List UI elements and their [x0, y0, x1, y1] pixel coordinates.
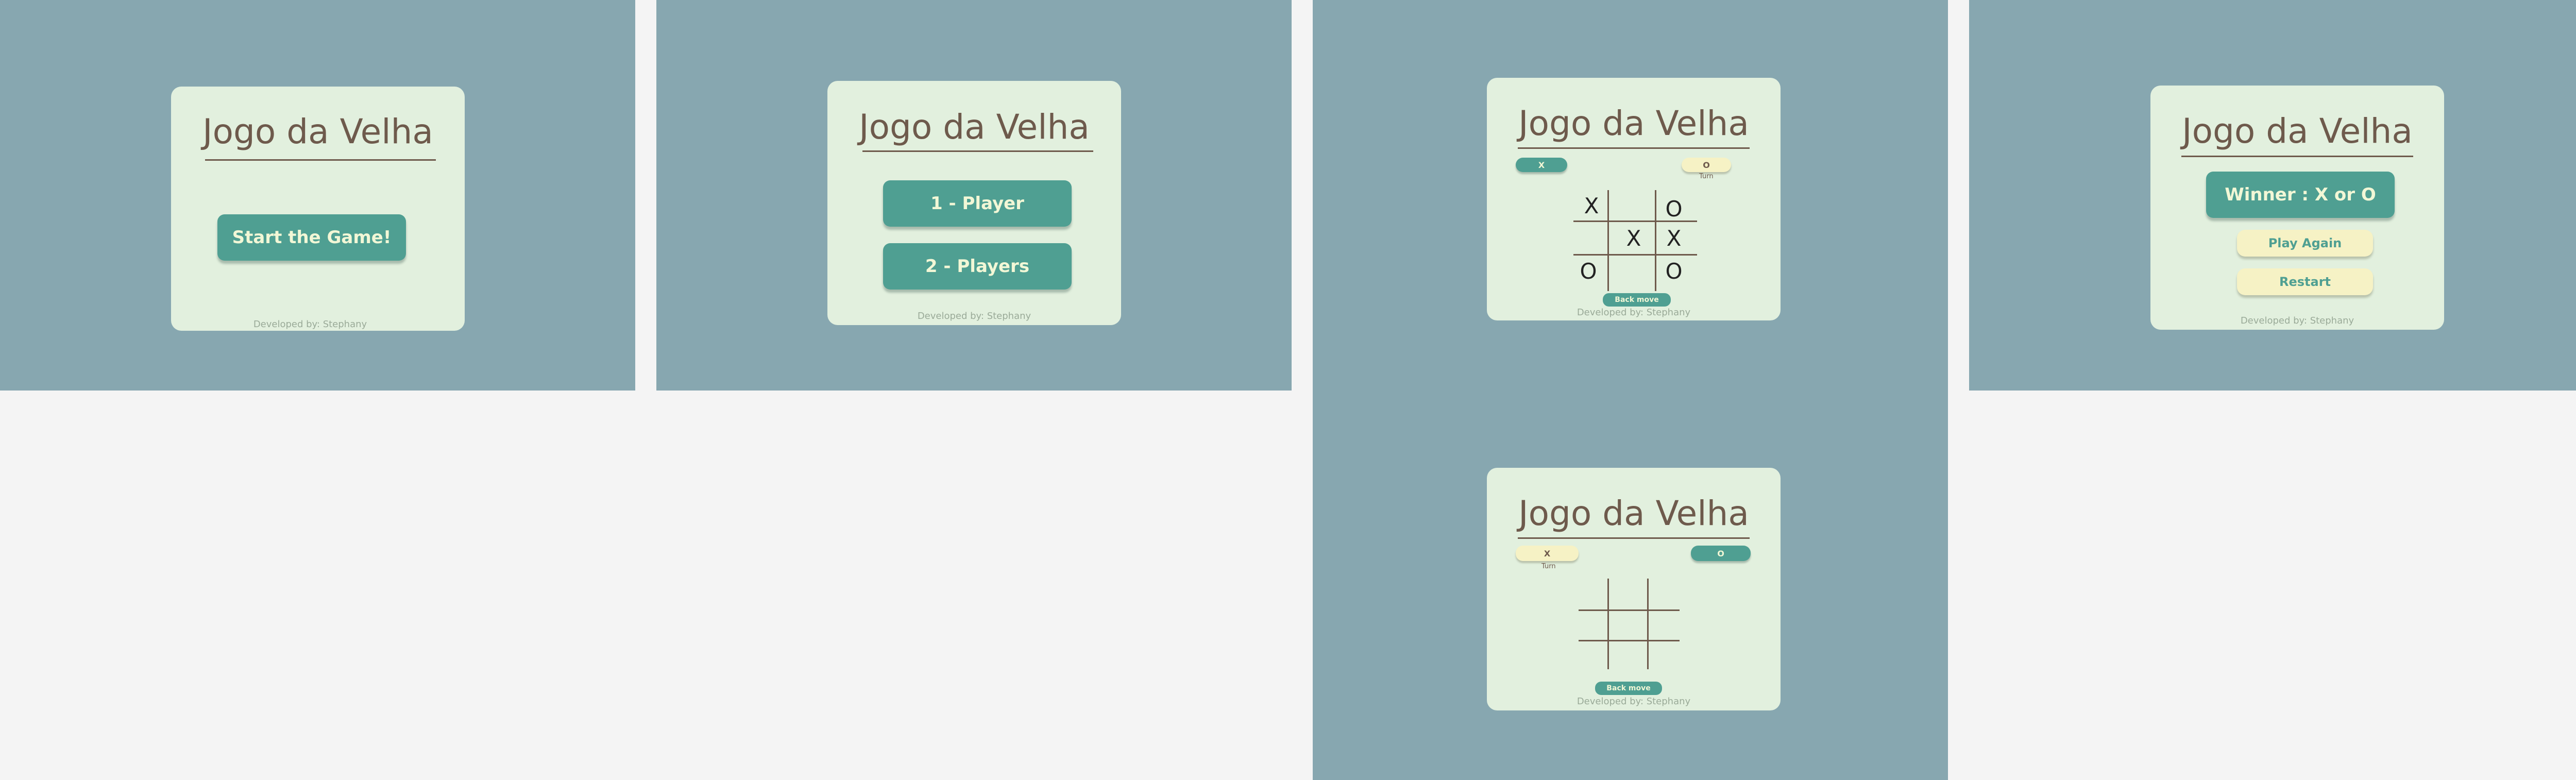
footer-credit: Developed by: Stephany: [1577, 696, 1691, 707]
start-game-button[interactable]: Start the Game!: [217, 214, 406, 261]
board-cell-7[interactable]: O: [1572, 256, 1604, 286]
title-divider: [205, 159, 436, 161]
title-divider: [1518, 147, 1750, 149]
board-line-v2: [1647, 579, 1649, 669]
page-title: Jogo da Velha: [2182, 111, 2413, 151]
footer-credit: Developed by: Stephany: [1577, 307, 1691, 318]
restart-button[interactable]: Restart: [2237, 268, 2373, 295]
board-cell-1[interactable]: [1580, 580, 1606, 608]
board-line-h1: [1579, 609, 1680, 611]
board-cell-2[interactable]: [1610, 580, 1646, 608]
turn-label: Turn: [1541, 563, 1556, 570]
panel-game: Jogo da Velha X O Turn X O X X O O Back …: [1313, 0, 1948, 780]
board-cell-9[interactable]: [1650, 642, 1679, 669]
game-card-empty: Jogo da Velha X Turn O Back move Develop…: [1487, 468, 1781, 710]
panel-mode-select: Jogo da Velha 1 - Player 2 - Players Dev…: [656, 0, 1292, 391]
player-x-indicator: X: [1516, 546, 1579, 561]
title-divider: [2181, 156, 2413, 157]
footer-credit: Developed by: Stephany: [917, 311, 1031, 321]
back-move-button[interactable]: Back move: [1595, 682, 1662, 695]
board-cell-9[interactable]: O: [1658, 256, 1690, 286]
board-cell-3[interactable]: O: [1658, 194, 1690, 223]
player-o-indicator: O: [1691, 546, 1751, 561]
board-cell-5[interactable]: X: [1615, 223, 1653, 253]
play-again-button[interactable]: Play Again: [2237, 230, 2373, 257]
board-cell-3[interactable]: [1650, 580, 1679, 608]
one-player-button[interactable]: 1 - Player: [883, 180, 1072, 227]
board-line-h2: [1579, 640, 1680, 641]
panel-start: Jogo da Velha Start the Game! Developed …: [0, 0, 635, 391]
board-cell-7[interactable]: [1580, 642, 1606, 669]
board-cell-5[interactable]: [1610, 612, 1646, 639]
page-title: Jogo da Velha: [202, 112, 433, 151]
page-title: Jogo da Velha: [1518, 494, 1749, 533]
board-line-v2: [1655, 190, 1656, 291]
player-x-indicator: X: [1516, 158, 1567, 172]
title-divider: [862, 150, 1093, 152]
board-cell-4[interactable]: [1577, 223, 1606, 253]
start-card: Jogo da Velha Start the Game! Developed …: [171, 87, 465, 331]
game-card-in-progress: Jogo da Velha X O Turn X O X X O O Back …: [1487, 78, 1781, 320]
board-cell-8[interactable]: [1609, 256, 1654, 286]
footer-credit: Developed by: Stephany: [2240, 315, 2354, 326]
two-players-button[interactable]: 2 - Players: [883, 243, 1072, 290]
board-line-v1: [1607, 579, 1609, 669]
turn-label: Turn: [1699, 173, 1714, 180]
board-line-h2: [1573, 254, 1697, 256]
footer-credit: Developed by: Stephany: [253, 319, 367, 330]
page-title: Jogo da Velha: [859, 107, 1090, 147]
board-cell-2[interactable]: [1609, 191, 1654, 220]
winner-banner: Winner : X or O: [2206, 172, 2395, 218]
title-divider: [1518, 537, 1750, 539]
winner-card: Jogo da Velha Winner : X or O Play Again…: [2150, 86, 2444, 330]
board-line-v1: [1607, 190, 1609, 291]
page-title: Jogo da Velha: [1518, 104, 1749, 143]
panel-winner: Jogo da Velha Winner : X or O Play Again…: [1969, 0, 2576, 391]
board-cell-1[interactable]: X: [1577, 191, 1606, 220]
mode-card: Jogo da Velha 1 - Player 2 - Players Dev…: [827, 81, 1121, 325]
board-cell-6[interactable]: X: [1658, 223, 1690, 253]
board-cell-4[interactable]: [1580, 612, 1606, 639]
board-cell-6[interactable]: [1650, 612, 1679, 639]
back-move-button[interactable]: Back move: [1603, 293, 1671, 307]
player-o-indicator: O: [1682, 158, 1731, 172]
board-cell-8[interactable]: [1610, 642, 1646, 669]
